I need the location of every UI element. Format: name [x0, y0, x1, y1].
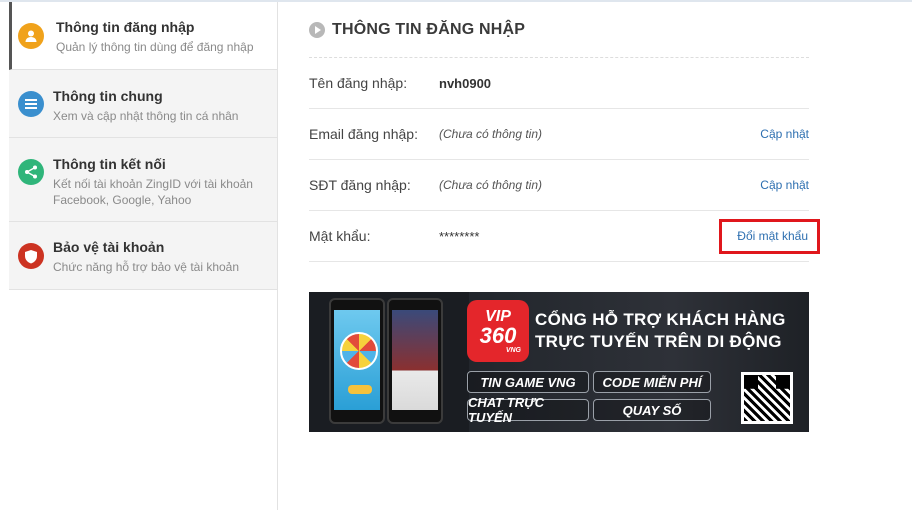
qr-code-icon: [741, 372, 793, 424]
spin-button-graphic: [348, 385, 372, 394]
vip360-logo: VIP 360 VNG: [467, 300, 529, 362]
sidebar-item-title: Thông tin đăng nhập: [56, 19, 195, 35]
sidebar-item-title: Bảo vệ tài khoản: [53, 239, 165, 255]
sidebar-item-desc: Xem và cập nhật thông tin cá nhân: [53, 109, 239, 123]
sidebar-item-desc: Kết nối tài khoản ZingID với tài khoản F…: [53, 177, 253, 207]
sidebar-item-connections[interactable]: Thông tin kết nối Kết nối tài khoản Zing…: [9, 138, 277, 222]
sidebar-item-general-info[interactable]: Thông tin chung Xem và cập nhật thông ti…: [9, 70, 277, 138]
sidebar-item-login-info[interactable]: Thông tin đăng nhập Quản lý thông tin dù…: [9, 2, 277, 70]
phone-label: SĐT đăng nhập:: [309, 177, 411, 193]
play-circle-icon: [309, 21, 325, 38]
info-row-phone: SĐT đăng nhập: (Chưa có thông tin) Cập n…: [309, 160, 809, 211]
phone-value: (Chưa có thông tin): [439, 178, 542, 192]
phone-mockup-game-news: [387, 298, 443, 424]
password-label: Mật khẩu:: [309, 228, 371, 244]
banner-headline: CỔNG HỖ TRỢ KHÁCH HÀNG TRỰC TUYẾN TRÊN D…: [535, 310, 786, 351]
sidebar-item-title: Thông tin kết nối: [53, 156, 166, 172]
info-row-password: Mật khẩu: ******** Đổi mật khẩu: [309, 211, 820, 262]
sidebar-item-account-protection[interactable]: Bảo vệ tài khoản Chức năng hỗ trợ bảo vệ…: [9, 222, 277, 290]
shield-icon: [18, 243, 44, 269]
phone-mockup-lucky-wheel: [329, 298, 385, 424]
banner-button-game-news[interactable]: TIN GAME VNG: [467, 371, 589, 393]
update-email-link[interactable]: Cập nhật: [760, 127, 809, 141]
info-row-email: Email đăng nhập: (Chưa có thông tin) Cập…: [309, 109, 809, 160]
sidebar-item-desc: Chức năng hỗ trợ bảo vệ tài khoản: [53, 260, 240, 274]
sidebar-divider: [277, 2, 278, 510]
user-icon: [18, 23, 44, 49]
login-info-panel: THÔNG TIN ĐĂNG NHẬP Tên đăng nhập: nvh09…: [309, 2, 820, 262]
banner-button-free-code[interactable]: CODE MIỄN PHÍ: [593, 371, 711, 393]
username-label: Tên đăng nhập:: [309, 75, 408, 91]
vip360-banner[interactable]: VIP 360 VNG CỔNG HỖ TRỢ KHÁCH HÀNG TRỰC …: [309, 292, 809, 432]
change-password-link[interactable]: Đổi mật khẩu: [719, 218, 820, 254]
banner-button-lucky-draw[interactable]: QUAY SỐ: [593, 399, 711, 421]
email-label: Email đăng nhập:: [309, 126, 418, 142]
section-header: THÔNG TIN ĐĂNG NHẬP: [309, 2, 809, 58]
username-value: nvh0900: [439, 75, 492, 91]
lucky-wheel-icon: [340, 332, 378, 370]
sidebar: Thông tin đăng nhập Quản lý thông tin dù…: [9, 2, 277, 290]
info-row-username: Tên đăng nhập: nvh0900: [309, 58, 809, 109]
sidebar-item-title: Thông tin chung: [53, 88, 163, 104]
email-value: (Chưa có thông tin): [439, 127, 542, 141]
page-title: THÔNG TIN ĐĂNG NHẬP: [332, 20, 526, 38]
update-phone-link[interactable]: Cập nhật: [760, 178, 809, 192]
sidebar-item-desc: Quản lý thông tin dùng để đăng nhập: [56, 40, 254, 54]
banner-button-live-chat[interactable]: CHAT TRỰC TUYẾN: [467, 395, 589, 425]
menu-icon: [18, 91, 44, 117]
share-icon: [18, 159, 44, 185]
password-value: ********: [439, 228, 480, 244]
